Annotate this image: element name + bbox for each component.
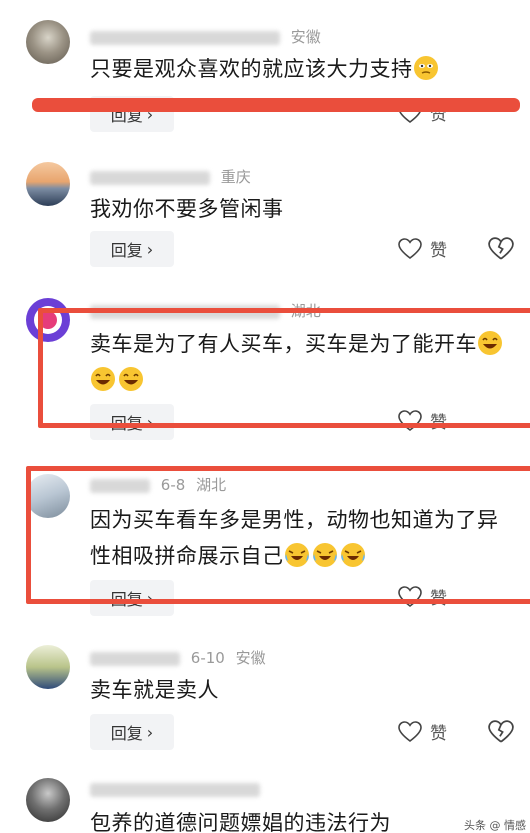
comment-location: 安徽 — [290, 28, 321, 46]
reply-label: 回复 — [110, 241, 143, 260]
comment-text: 包养的道德问题嫖娼的违法行为 — [90, 806, 510, 833]
reply-label: 回复 — [110, 590, 143, 609]
chevron-right-icon: › — [146, 588, 154, 608]
reply-button[interactable]: 回复 › — [90, 714, 174, 750]
comment-date: 6-10 — [190, 649, 225, 667]
comment-text: 因为买车看车多是男性，动物也知道为了异性相吸拼命展示自己 — [90, 502, 510, 574]
comment-location: 重庆 — [220, 168, 251, 186]
crying-laughing-face-icon — [312, 543, 337, 567]
chevron-right-icon: › — [146, 412, 154, 432]
comment-meta: 安徽 — [90, 26, 321, 47]
comment-text-content: 只要是观众喜欢的就应该大力支持 — [90, 57, 413, 81]
heart-icon — [398, 585, 422, 607]
avatar-icon — [34, 306, 62, 334]
comment-text: 我劝你不要多管闲事 — [90, 192, 510, 226]
avatar[interactable] — [26, 20, 70, 64]
reply-button[interactable]: 回复 › — [90, 231, 174, 267]
like-button[interactable]: 赞 — [398, 719, 447, 744]
comment-meta: 湖北 — [90, 300, 321, 321]
heart-icon — [398, 409, 422, 431]
like-label: 赞 — [430, 413, 447, 433]
like-button[interactable]: 赞 — [398, 236, 447, 261]
watermark: 头条 @ 情感 — [464, 819, 526, 832]
comment-item: 重庆 我劝你不要多管闲事 回复 › 赞 — [0, 150, 530, 280]
comment-text-content: 卖车就是卖人 — [90, 678, 219, 702]
avatar[interactable] — [26, 474, 70, 518]
heart-icon — [398, 720, 422, 742]
avatar[interactable] — [26, 778, 70, 822]
reply-button[interactable]: 回复 › — [90, 404, 174, 440]
comment-text: 卖车就是卖人 — [90, 673, 510, 707]
chevron-right-icon: › — [146, 239, 154, 259]
like-button[interactable]: 赞 — [398, 584, 447, 609]
comment-location: 安徽 — [235, 649, 266, 667]
crying-laughing-face-icon — [284, 543, 309, 567]
comment-meta — [90, 780, 260, 798]
comment-meta: 6-8 湖北 — [90, 474, 226, 495]
crying-laughing-face-icon — [340, 543, 365, 567]
comment-item: 包养的道德问题嫖娼的违法行为 — [0, 772, 530, 833]
comment-item: 湖北 卖车是为了有人买车，买车是为了能开车 回复 › 赞 — [0, 290, 530, 450]
comment-text-content: 包养的道德问题嫖娼的违法行为 — [90, 811, 391, 833]
chevron-right-icon: › — [146, 722, 154, 742]
comment-item: 安徽 只要是观众喜欢的就应该大力支持 回复 › 赞 — [0, 0, 530, 135]
broken-heart-icon[interactable] — [488, 236, 514, 262]
like-button[interactable]: 赞 — [398, 408, 447, 433]
comment-location: 湖北 — [290, 302, 321, 320]
reply-label: 回复 — [110, 414, 143, 433]
grinning-face-icon — [119, 367, 143, 391]
comment-item: 6-10 安徽 卖车就是卖人 回复 › 赞 — [0, 635, 530, 765]
like-label: 赞 — [430, 724, 447, 744]
heart-icon — [398, 237, 422, 259]
highlight-underline — [32, 98, 520, 112]
avatar[interactable] — [26, 298, 70, 342]
comment-text-content: 卖车是为了有人买车，买车是为了能开车 — [90, 332, 477, 356]
avatar[interactable] — [26, 645, 70, 689]
comment-item: 6-8 湖北 因为买车看车多是男性，动物也知道为了异性相吸拼命展示自己 回复 › … — [0, 462, 530, 622]
comment-location: 湖北 — [196, 476, 227, 494]
comment-text: 卖车是为了有人买车，买车是为了能开车 — [90, 326, 510, 398]
broken-heart-icon[interactable] — [488, 719, 514, 745]
reply-label: 回复 — [110, 724, 143, 743]
comment-meta: 重庆 — [90, 166, 251, 187]
avatar[interactable] — [26, 162, 70, 206]
comment-text: 只要是观众喜欢的就应该大力支持 — [90, 52, 510, 86]
comment-text-content: 我劝你不要多管闲事 — [90, 197, 284, 221]
grinning-face-icon — [478, 331, 502, 355]
thinking-face-icon — [413, 56, 438, 80]
like-label: 赞 — [430, 589, 447, 609]
like-label: 赞 — [430, 241, 447, 261]
comment-date: 6-8 — [160, 476, 186, 494]
comment-meta: 6-10 安徽 — [90, 647, 266, 668]
reply-button[interactable]: 回复 › — [90, 580, 174, 616]
grinning-face-icon — [91, 367, 115, 391]
